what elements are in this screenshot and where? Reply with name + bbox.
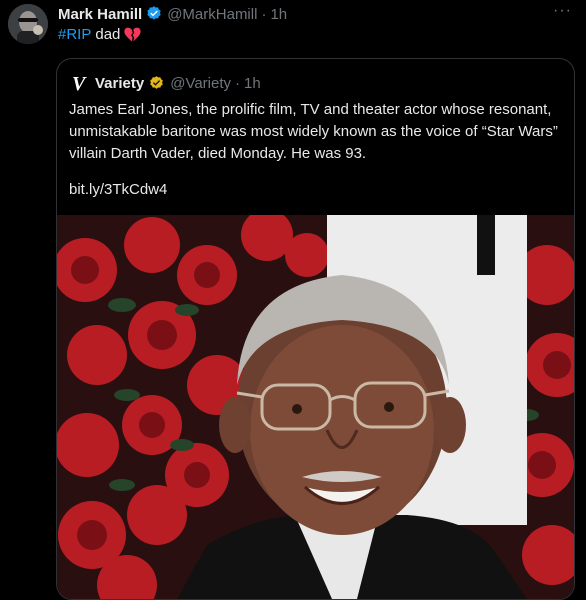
- quoted-separator-dot: ·: [235, 74, 241, 92]
- tweet: Mark Hamill @MarkHamill · 1h ··· #RIP da…: [0, 0, 586, 600]
- quoted-author-handle[interactable]: @Variety: [170, 75, 231, 92]
- more-icon[interactable]: ···: [553, 2, 572, 20]
- verified-badge-icon: [147, 6, 161, 20]
- tweet-text: #RIP dad: [58, 26, 142, 43]
- hashtag-link[interactable]: #RIP: [58, 26, 91, 43]
- quoted-timestamp[interactable]: 1h: [244, 75, 261, 92]
- quoted-photo[interactable]: [57, 215, 574, 599]
- author-handle[interactable]: @MarkHamill: [167, 6, 257, 23]
- variety-logo-icon[interactable]: V: [69, 73, 91, 93]
- separator-dot: ·: [261, 5, 267, 23]
- quoted-tweet[interactable]: V Variety @Variety · 1h James Earl Jones…: [56, 58, 575, 600]
- quoted-tweet-text: James Earl Jones, the prolific film, TV …: [69, 101, 558, 162]
- gold-verified-badge-icon: [150, 75, 164, 89]
- tweet-header: Mark Hamill @MarkHamill · 1h: [58, 4, 287, 24]
- broken-heart-icon: [124, 27, 142, 42]
- tweet-word: dad: [95, 26, 121, 43]
- tweet-timestamp[interactable]: 1h: [270, 6, 287, 23]
- quoted-link[interactable]: bit.ly/3TkCdw4: [69, 181, 167, 198]
- avatar[interactable]: [8, 4, 48, 44]
- quoted-tweet-header: V Variety @Variety · 1h: [69, 73, 261, 93]
- author-name[interactable]: Mark Hamill: [58, 6, 142, 23]
- quoted-author-name[interactable]: Variety: [95, 75, 144, 92]
- svg-text:V: V: [72, 73, 87, 93]
